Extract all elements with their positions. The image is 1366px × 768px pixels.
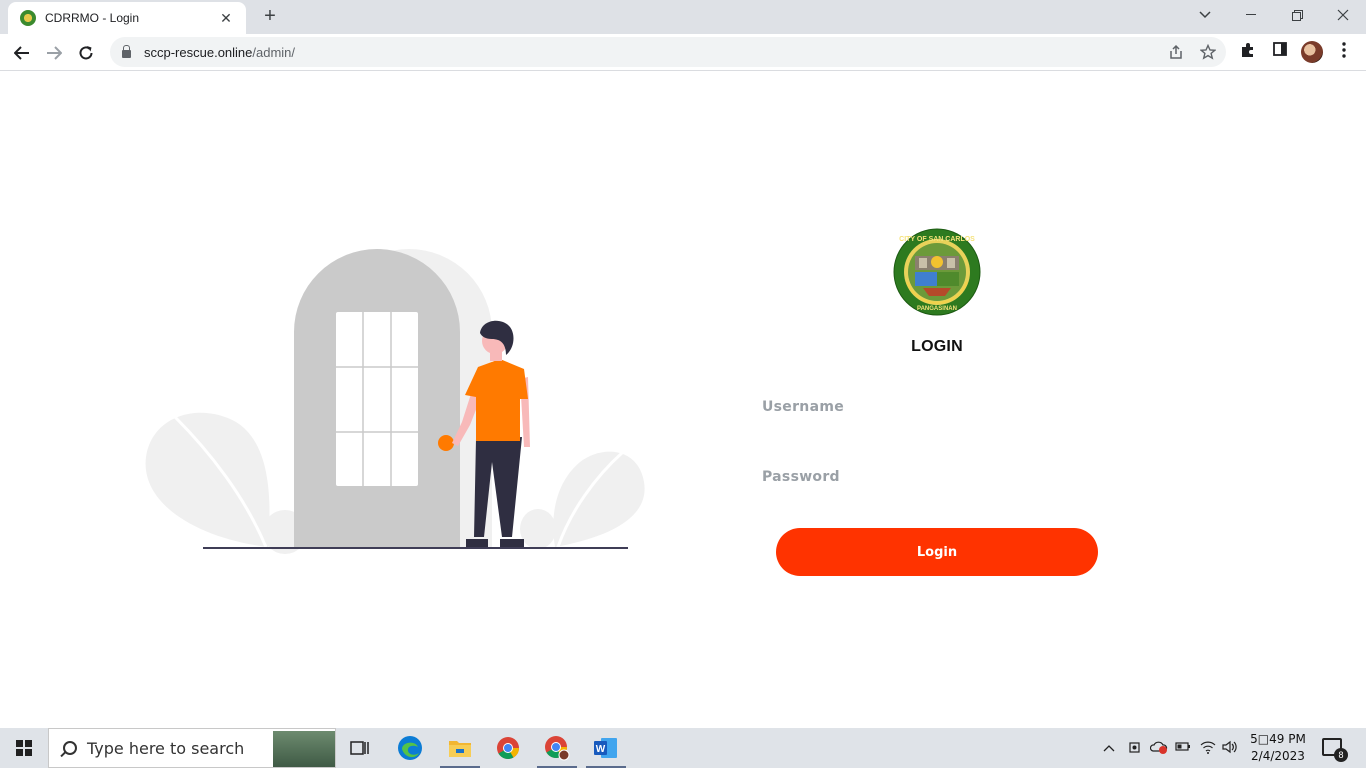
door-person-illustration xyxy=(145,249,645,554)
menu-kebab-icon[interactable] xyxy=(1334,42,1354,62)
search-placeholder: Type here to search xyxy=(87,738,245,758)
profile-avatar[interactable] xyxy=(1301,41,1323,63)
edge-icon[interactable] xyxy=(386,728,434,768)
share-icon[interactable] xyxy=(1168,44,1184,60)
browser-tabstrip: CDRRMO - Login ✕ + xyxy=(0,0,1366,34)
chrome-icon[interactable] xyxy=(484,728,532,768)
start-button[interactable] xyxy=(0,728,48,768)
new-tab-button[interactable]: + xyxy=(260,5,280,27)
restore-icon[interactable] xyxy=(1274,0,1320,30)
onedrive-error-icon[interactable] xyxy=(1149,740,1168,757)
minimize-icon[interactable] xyxy=(1228,0,1274,30)
system-clock[interactable]: 5□49 PM 2/4/2023 xyxy=(1246,731,1310,765)
login-button[interactable]: Login xyxy=(776,528,1098,576)
side-panel-icon[interactable] xyxy=(1270,42,1290,62)
lock-icon xyxy=(122,44,131,58)
username-input[interactable] xyxy=(762,392,1102,422)
tab-close-icon[interactable]: ✕ xyxy=(218,10,234,27)
bookmark-star-icon[interactable] xyxy=(1199,43,1217,60)
seal-text-bottom: PANGASINAN xyxy=(917,306,957,312)
volume-icon[interactable] xyxy=(1222,740,1238,757)
taskbar-search-box[interactable]: Type here to search xyxy=(48,728,336,768)
city-seal-logo: CITY OF SAN CARLOS PANGASINAN xyxy=(893,228,981,316)
file-explorer-icon[interactable] xyxy=(436,728,484,768)
forward-arrow-icon[interactable] xyxy=(41,40,67,66)
windows-logo-icon xyxy=(16,740,32,756)
notification-count-badge: 8 xyxy=(1334,748,1348,762)
windows-taskbar: Type here to search W 5□49 PM 2/4/2023 8 xyxy=(0,728,1366,768)
url-text: sccp-rescue.online/admin/ xyxy=(144,44,296,60)
clock-date: 2/4/2023 xyxy=(1251,749,1305,763)
battery-icon[interactable] xyxy=(1175,740,1191,755)
task-view-icon[interactable] xyxy=(336,728,384,768)
clock-time: 5□49 PM xyxy=(1250,732,1306,746)
show-hidden-icons-chevron-icon[interactable] xyxy=(1103,740,1115,755)
browser-toolbar: sccp-rescue.online/admin/ xyxy=(0,34,1366,71)
tab-title: CDRRMO - Login xyxy=(45,11,140,25)
chrome-profile-icon[interactable] xyxy=(533,728,581,768)
back-arrow-icon[interactable] xyxy=(9,40,35,66)
extensions-puzzle-icon[interactable] xyxy=(1238,42,1258,62)
meet-now-icon[interactable] xyxy=(1128,740,1142,757)
site-favicon-icon xyxy=(20,10,36,26)
login-heading: LOGIN xyxy=(911,338,963,355)
tab-search-chevron-icon[interactable] xyxy=(1182,0,1228,30)
password-input[interactable] xyxy=(762,462,1102,492)
login-page: CITY OF SAN CARLOS PANGASINAN LOGIN Logi… xyxy=(0,72,1366,728)
search-icon xyxy=(63,741,77,755)
reload-icon[interactable] xyxy=(73,40,99,66)
close-window-icon[interactable] xyxy=(1320,0,1366,30)
browser-tab[interactable]: CDRRMO - Login ✕ xyxy=(8,2,246,34)
seal-text-top: CITY OF SAN CARLOS xyxy=(899,236,975,243)
address-bar[interactable]: sccp-rescue.online/admin/ xyxy=(110,37,1226,67)
word-icon[interactable]: W xyxy=(582,728,630,768)
wifi-icon[interactable] xyxy=(1200,740,1216,757)
search-highlight-image xyxy=(273,731,335,767)
svg-text:W: W xyxy=(596,744,606,755)
